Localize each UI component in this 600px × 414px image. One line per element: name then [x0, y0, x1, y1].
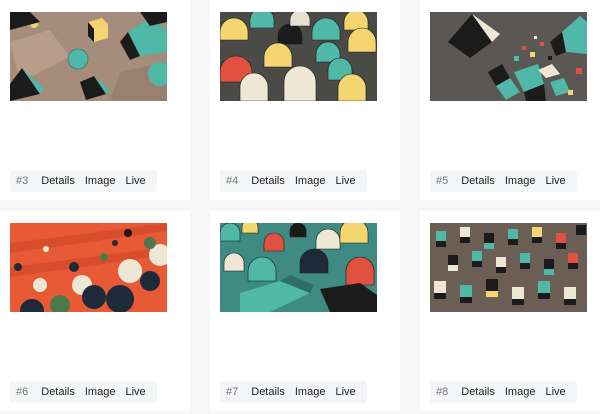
- card-actions: #6 Details Image Live: [10, 381, 157, 403]
- details-link[interactable]: Details: [456, 386, 500, 398]
- card-actions: #4 Details Image Live: [220, 170, 367, 192]
- thumbnail-7[interactable]: [220, 223, 377, 312]
- card-actions: #3 Details Image Live: [10, 170, 157, 192]
- card-number: #4: [226, 175, 239, 187]
- gallery-card: #4 Details Image Live: [210, 0, 400, 200]
- card-number: #7: [226, 386, 239, 398]
- gallery-card: #6 Details Image Live: [0, 211, 190, 411]
- live-link[interactable]: Live: [540, 386, 570, 398]
- details-link[interactable]: Details: [456, 175, 500, 187]
- thumbnail-8[interactable]: [430, 223, 587, 312]
- card-number: #5: [436, 175, 449, 187]
- scene-teal-arches: [220, 223, 377, 312]
- card-actions: #5 Details Image Live: [430, 170, 577, 192]
- gallery-card: #3 Details Image Live: [0, 0, 190, 200]
- live-link[interactable]: Live: [540, 175, 570, 187]
- thumbnail-6[interactable]: [10, 223, 167, 312]
- details-link[interactable]: Details: [246, 386, 290, 398]
- gallery-card: #5 Details Image Live: [420, 0, 600, 200]
- gallery-card: #7 Details Image Live: [210, 211, 400, 411]
- live-link[interactable]: Live: [330, 386, 360, 398]
- details-link[interactable]: Details: [36, 386, 80, 398]
- details-link[interactable]: Details: [36, 175, 80, 187]
- image-link[interactable]: Image: [500, 386, 541, 398]
- scene-pyramids: [430, 12, 587, 101]
- thumbnail-5[interactable]: [430, 12, 587, 101]
- thumbnail-4[interactable]: [220, 12, 377, 101]
- live-link[interactable]: Live: [330, 175, 360, 187]
- image-link[interactable]: Image: [80, 386, 121, 398]
- scene-spheres-blocks: [10, 12, 167, 101]
- live-link[interactable]: Live: [120, 175, 150, 187]
- card-actions: #8 Details Image Live: [430, 381, 577, 403]
- thumbnail-3[interactable]: [10, 12, 167, 101]
- image-link[interactable]: Image: [80, 175, 121, 187]
- scene-orange-spheres: [10, 223, 167, 312]
- gallery-grid: #3 Details Image Live #4 Details Image L…: [0, 0, 600, 414]
- gallery-card: #8 Details Image Live: [420, 211, 600, 411]
- scene-arches: [220, 12, 377, 101]
- image-link[interactable]: Image: [290, 175, 331, 187]
- image-link[interactable]: Image: [500, 175, 541, 187]
- card-number: #6: [16, 386, 29, 398]
- scene-cube-field: [430, 223, 587, 312]
- details-link[interactable]: Details: [246, 175, 290, 187]
- card-actions: #7 Details Image Live: [220, 381, 367, 403]
- image-link[interactable]: Image: [290, 386, 331, 398]
- card-number: #8: [436, 386, 449, 398]
- live-link[interactable]: Live: [120, 386, 150, 398]
- card-number: #3: [16, 175, 29, 187]
